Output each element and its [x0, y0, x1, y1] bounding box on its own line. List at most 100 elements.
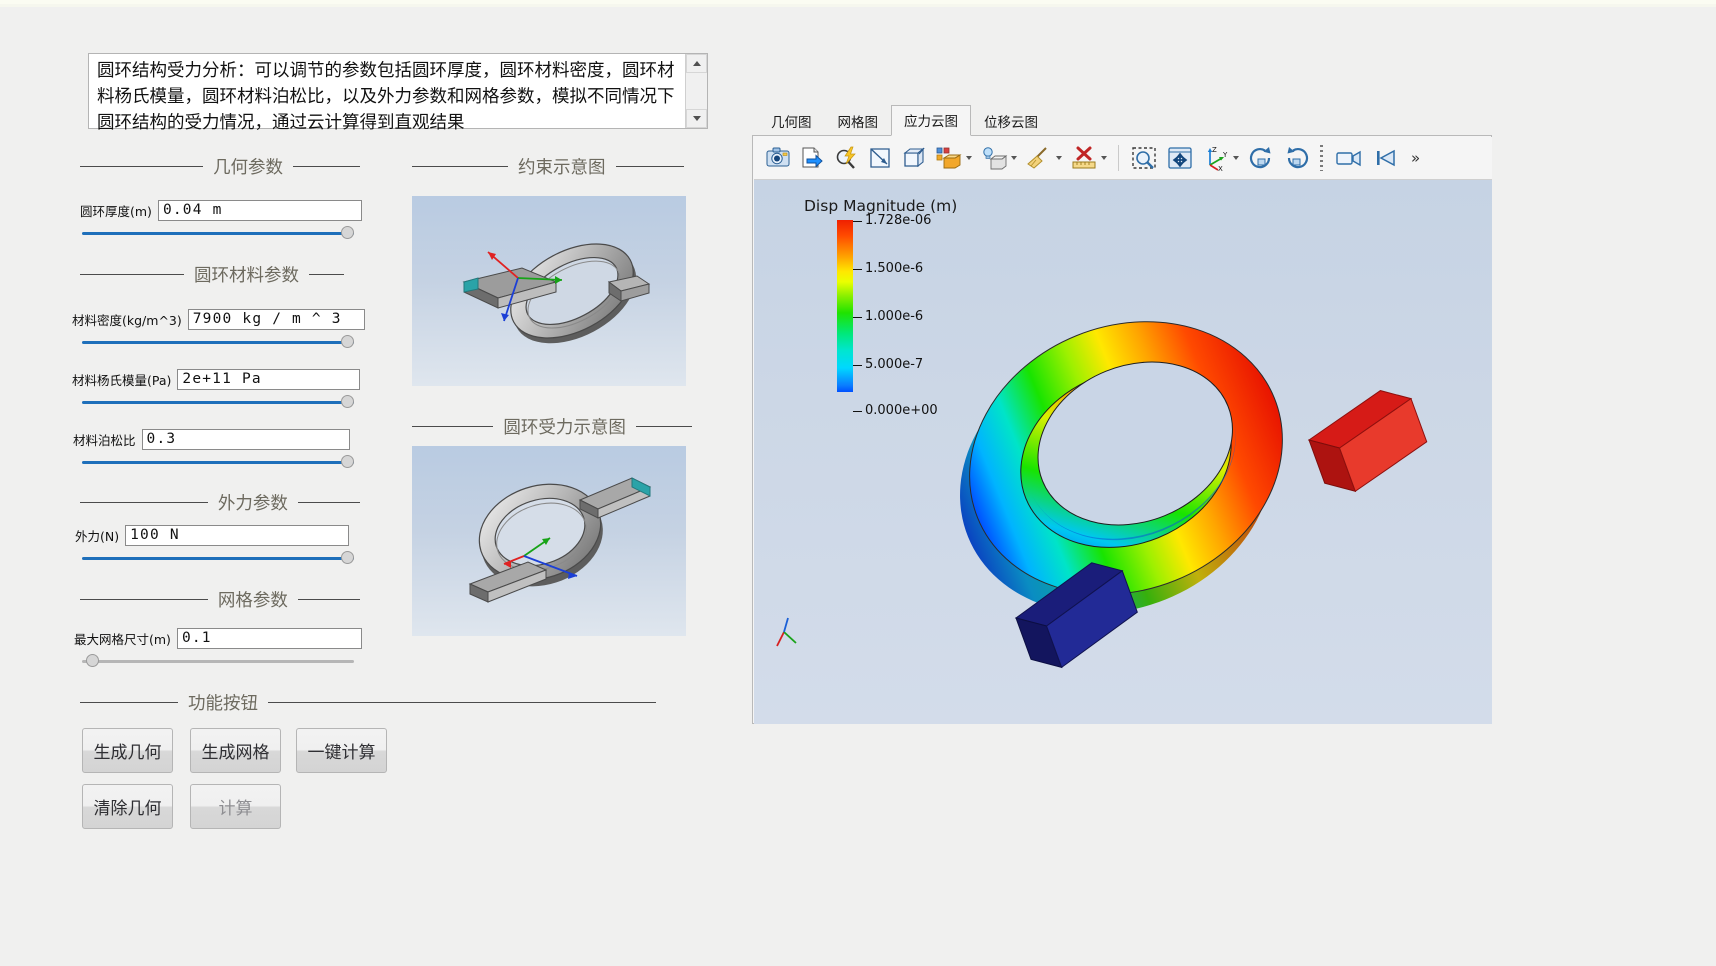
- max-mesh-size-input[interactable]: 0.1: [176, 628, 362, 649]
- chevron-down-icon[interactable]: [1233, 156, 1239, 160]
- compute-button[interactable]: 计算: [190, 784, 281, 829]
- rule-left: [412, 426, 494, 427]
- description-scrollbar[interactable]: [685, 54, 707, 128]
- chevron-down-icon[interactable]: [1011, 156, 1017, 160]
- slider-knob[interactable]: [341, 395, 354, 408]
- external-force-slider[interactable]: [82, 551, 354, 565]
- clear-geometry-button[interactable]: 清除几何: [82, 784, 173, 829]
- rule-left: [80, 274, 184, 275]
- rule-left: [80, 702, 178, 703]
- animation-icon[interactable]: [1331, 141, 1367, 175]
- window-top-strip: [0, 0, 1716, 7]
- rule-right: [615, 166, 684, 167]
- section-constraint-diagram: 约束示意图: [412, 154, 692, 179]
- axis-triad-icon: [776, 617, 797, 647]
- slider-knob[interactable]: [341, 226, 354, 239]
- slider-track: [82, 341, 354, 344]
- zoom-to-box-icon[interactable]: [1127, 141, 1161, 175]
- slider-knob[interactable]: [341, 335, 354, 348]
- param-ring-thickness: 圆环厚度(m) 0.04 m: [80, 200, 362, 239]
- ruler-delete-icon[interactable]: [1067, 141, 1110, 175]
- param-label: 材料泊松比: [73, 433, 136, 448]
- section-functions: 功能按钮: [80, 690, 680, 715]
- section-mesh: 网格参数: [80, 587, 360, 612]
- camera-icon[interactable]: [762, 141, 794, 175]
- tab-stress-contour[interactable]: 应力云图: [891, 105, 971, 136]
- one-click-compute-button[interactable]: 一键计算: [296, 728, 387, 773]
- svg-text:X: X: [1218, 165, 1223, 171]
- section-title: 圆环受力示意图: [503, 418, 626, 438]
- slice-icon[interactable]: [898, 141, 930, 175]
- lighting-icon[interactable]: [977, 141, 1020, 175]
- slider-knob[interactable]: [86, 654, 99, 667]
- param-material-density: 材料密度(kg/m^3) 7900 kg / m ^ 3: [72, 309, 365, 348]
- description-text: 圆环结构受力分析：可以调节的参数包括圆环厚度，圆环材料密度，圆环材料杨氏模量，圆…: [97, 61, 675, 133]
- clip-plane-icon[interactable]: [864, 141, 896, 175]
- section-material: 圆环材料参数: [80, 262, 360, 287]
- svg-text:Z: Z: [1212, 146, 1217, 154]
- generate-mesh-button[interactable]: 生成网格: [190, 728, 281, 773]
- chevron-up-icon: [692, 61, 701, 66]
- poisson-ratio-slider[interactable]: [82, 455, 354, 469]
- slider-knob[interactable]: [341, 455, 354, 468]
- scroll-up-button[interactable]: [686, 54, 707, 73]
- viewer-tabs: 几何图 网格图 应力云图 位移云图: [752, 105, 1051, 136]
- slider-track: [82, 660, 354, 663]
- rotate-cw-icon[interactable]: [1244, 141, 1278, 175]
- slider-knob[interactable]: [341, 551, 354, 564]
- param-label: 材料杨氏模量(Pa): [72, 373, 172, 388]
- generate-geometry-button[interactable]: 生成几何: [82, 728, 173, 773]
- external-force-input[interactable]: 100 N: [125, 525, 350, 546]
- scroll-down-button[interactable]: [686, 109, 707, 128]
- toolbar-drag-handle[interactable]: [1320, 145, 1323, 171]
- param-label: 外力(N): [75, 529, 120, 544]
- contour-canvas[interactable]: Disp Magnitude (m) 1.728e-06 1.500e-6 1.…: [754, 180, 1492, 724]
- section-title: 几何参数: [213, 158, 284, 178]
- chevron-down-icon: [692, 116, 701, 121]
- result-viewer: 几何图 网格图 应力云图 位移云图 Z Y X » Disp Magnitude…: [752, 105, 1492, 724]
- rule-right: [309, 274, 344, 275]
- ring-thickness-input[interactable]: 0.04 m: [157, 200, 362, 221]
- constraint-diagram-svg: [462, 243, 651, 344]
- first-frame-icon[interactable]: [1369, 141, 1403, 175]
- color-legend-icon[interactable]: [932, 141, 975, 175]
- viewer-toolbar: Z Y X »: [754, 137, 1492, 180]
- param-external-force: 外力(N) 100 N: [75, 525, 354, 564]
- rotate-ccw-icon[interactable]: [1280, 141, 1314, 175]
- broom-icon[interactable]: [1022, 141, 1065, 175]
- param-poisson-ratio: 材料泊松比 0.3: [73, 429, 354, 468]
- poisson-ratio-input[interactable]: 0.3: [141, 429, 350, 450]
- axis-orientation-icon[interactable]: Z Y X: [1199, 141, 1242, 175]
- zoom-lightning-icon[interactable]: [830, 141, 862, 175]
- rule-right: [293, 166, 360, 167]
- tab-displacement-contour[interactable]: 位移云图: [971, 106, 1051, 136]
- param-max-mesh-size: 最大网格尺寸(m) 0.1: [74, 628, 362, 667]
- viewer-frame: Z Y X » Disp Magnitude (m) 1.728e-06 1.5…: [752, 135, 1492, 724]
- tab-geometry[interactable]: 几何图: [758, 106, 825, 136]
- rule-right: [268, 702, 656, 703]
- chevron-down-icon[interactable]: [1101, 156, 1107, 160]
- chevron-down-icon[interactable]: [966, 156, 972, 160]
- rule-left: [80, 166, 204, 167]
- contour-model[interactable]: [754, 180, 1492, 724]
- toolbar-overflow-button[interactable]: »: [1411, 149, 1420, 167]
- fit-to-window-icon[interactable]: [1163, 141, 1197, 175]
- max-mesh-size-slider[interactable]: [82, 654, 354, 668]
- slider-track: [82, 557, 354, 560]
- material-density-slider[interactable]: [82, 335, 354, 349]
- chevron-down-icon[interactable]: [1056, 156, 1062, 160]
- svg-text:Y: Y: [1222, 151, 1228, 159]
- ring-thickness-slider[interactable]: [82, 226, 354, 240]
- rule-right: [297, 502, 360, 503]
- slider-track: [82, 461, 354, 464]
- youngs-modulus-input[interactable]: 2e+11 Pa: [177, 369, 361, 390]
- force-diagram-svg: [468, 477, 652, 603]
- rule-left: [80, 502, 208, 503]
- tab-mesh[interactable]: 网格图: [825, 106, 892, 136]
- export-icon[interactable]: [796, 141, 828, 175]
- material-density-input[interactable]: 7900 kg / m ^ 3: [187, 309, 365, 330]
- parameter-panel: 圆环结构受力分析：可以调节的参数包括圆环厚度，圆环材料密度，圆环材料杨氏模量，圆…: [0, 7, 760, 966]
- section-title: 功能按钮: [188, 694, 258, 714]
- youngs-modulus-slider[interactable]: [82, 395, 354, 409]
- rule-left: [80, 599, 208, 600]
